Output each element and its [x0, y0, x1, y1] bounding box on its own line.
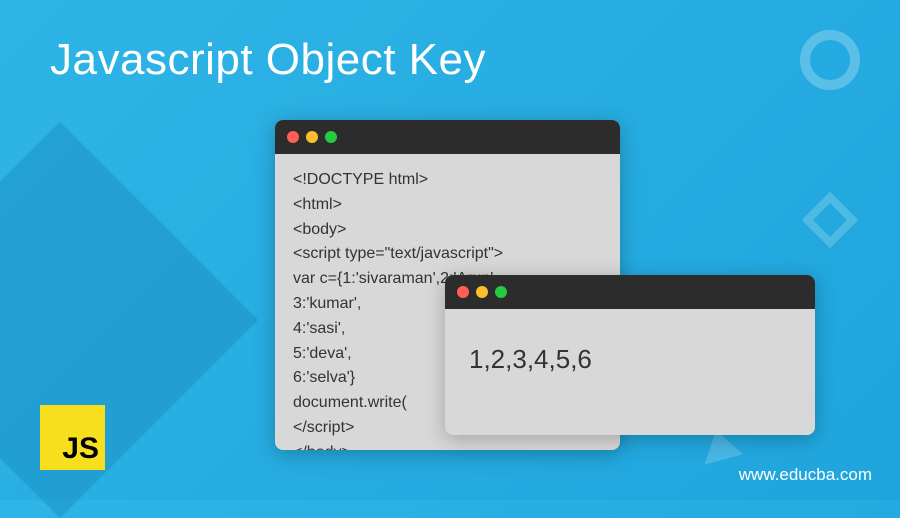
background-diamond — [0, 122, 258, 518]
output-window-titlebar — [445, 275, 815, 309]
background-small-diamond — [802, 192, 859, 249]
js-logo: JS — [40, 405, 105, 470]
page-title: Javascript Object Key — [50, 35, 486, 85]
js-logo-text: JS — [62, 432, 99, 466]
maximize-icon — [325, 131, 337, 143]
background-ring — [800, 30, 860, 90]
code-window-titlebar — [275, 120, 620, 154]
close-icon — [287, 131, 299, 143]
minimize-icon — [306, 131, 318, 143]
maximize-icon — [495, 286, 507, 298]
close-icon — [457, 286, 469, 298]
minimize-icon — [476, 286, 488, 298]
output-content: 1,2,3,4,5,6 — [445, 309, 815, 409]
brand-url: www.educba.com — [739, 465, 872, 485]
output-window: 1,2,3,4,5,6 — [445, 275, 815, 435]
